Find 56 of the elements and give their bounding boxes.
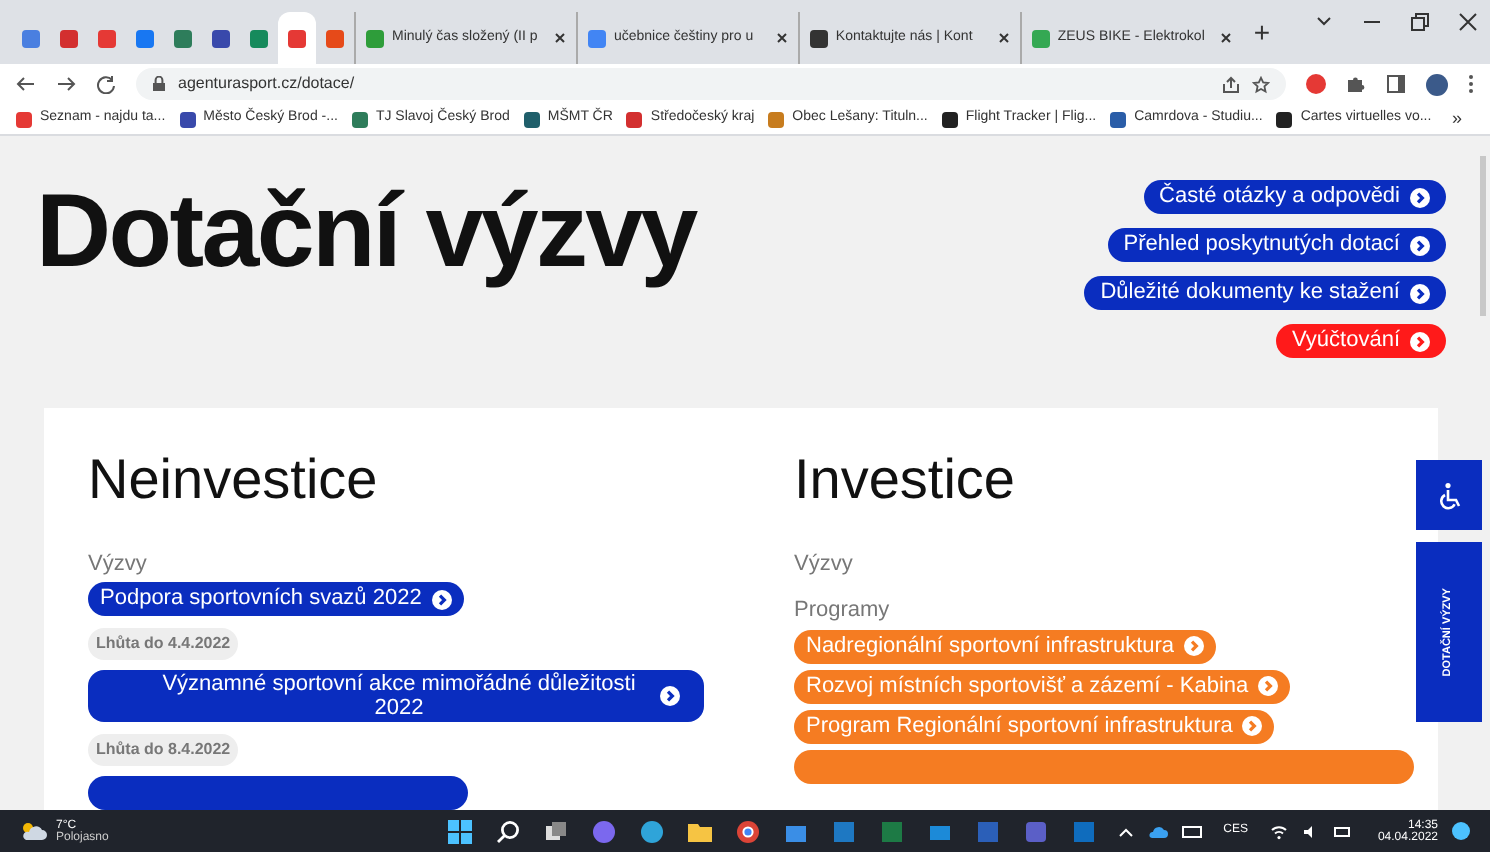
page-link[interactable]: Přehled poskytnutých dotací (1107, 228, 1446, 262)
chevron-right-icon (1258, 676, 1279, 696)
close-icon[interactable] (553, 32, 566, 44)
page-link[interactable]: Časté otázky a odpovědi (1143, 180, 1446, 214)
reload-icon[interactable] (96, 74, 116, 94)
chevron-right-icon (660, 686, 680, 706)
grant-link[interactable]: Podpora sportovních svazů 2022 (88, 582, 464, 616)
close-icon[interactable] (775, 32, 788, 44)
deadline-badge: Lhůta do 8.4.2022 (88, 734, 239, 766)
close-icon[interactable] (997, 32, 1010, 44)
folder-icon[interactable] (688, 819, 712, 843)
chevron-right-icon (1410, 283, 1430, 303)
page-link[interactable]: Důležité dokumenty ke stažení (1084, 276, 1446, 310)
grant-link[interactable] (794, 749, 1414, 783)
menu-icon[interactable] (1468, 74, 1474, 94)
close-icon[interactable] (1458, 12, 1478, 32)
chevron-up-icon[interactable] (1117, 823, 1134, 839)
accessibility-button[interactable] (1416, 460, 1482, 530)
new-tab-button[interactable]: + (1241, 11, 1282, 53)
section-heading: Investice (794, 451, 1017, 507)
chevron-right-icon (1184, 636, 1205, 656)
back-arrow-icon[interactable] (16, 74, 36, 94)
task-view-icon[interactable] (544, 819, 568, 843)
cloud-icon[interactable] (1147, 823, 1168, 839)
url-text: agenturasport.cz/dotace/ (178, 72, 357, 96)
grant-link[interactable]: Významné sportovní akce mimořádné důležitosti 2022 (88, 670, 704, 722)
chevron-right-icon (1410, 235, 1430, 255)
more-bookmarks-button[interactable]: » (1451, 105, 1462, 133)
side-panel-icon[interactable] (1386, 74, 1406, 94)
start-icon[interactable] (448, 819, 472, 843)
deadline-badge: Lhůta do 4.4.2022 (88, 628, 239, 660)
puzzle-icon[interactable] (1346, 74, 1366, 94)
cloud-icon (20, 821, 48, 841)
lock-icon (152, 76, 166, 92)
share-icon[interactable] (1222, 75, 1240, 93)
restore-icon[interactable] (1410, 12, 1430, 32)
star-icon[interactable] (1252, 75, 1270, 93)
battery-icon[interactable] (1333, 823, 1352, 839)
wifi-icon[interactable] (1269, 823, 1288, 839)
chevron-right-icon (431, 589, 452, 609)
chevron-right-icon (1242, 716, 1263, 736)
close-icon[interactable] (1219, 32, 1232, 44)
group-label: Výzvy (88, 549, 149, 579)
section-heading: Neinvestice (88, 451, 380, 507)
group-label: Výzvy (794, 549, 855, 579)
chevron-right-icon (1410, 331, 1430, 351)
search-icon[interactable] (496, 819, 520, 843)
wheelchair-icon (1435, 481, 1463, 509)
browser-icon[interactable] (736, 819, 760, 843)
page-title: Dotační výzvy (36, 180, 696, 284)
address-bar[interactable]: agenturasport.cz/dotace/ (136, 68, 1286, 100)
browser-tab[interactable] (278, 12, 316, 64)
group-label: Programy (794, 596, 892, 626)
forward-arrow-icon[interactable] (56, 74, 76, 94)
profile-avatar-icon[interactable] (1426, 73, 1448, 95)
chevron-right-icon (1410, 187, 1430, 207)
